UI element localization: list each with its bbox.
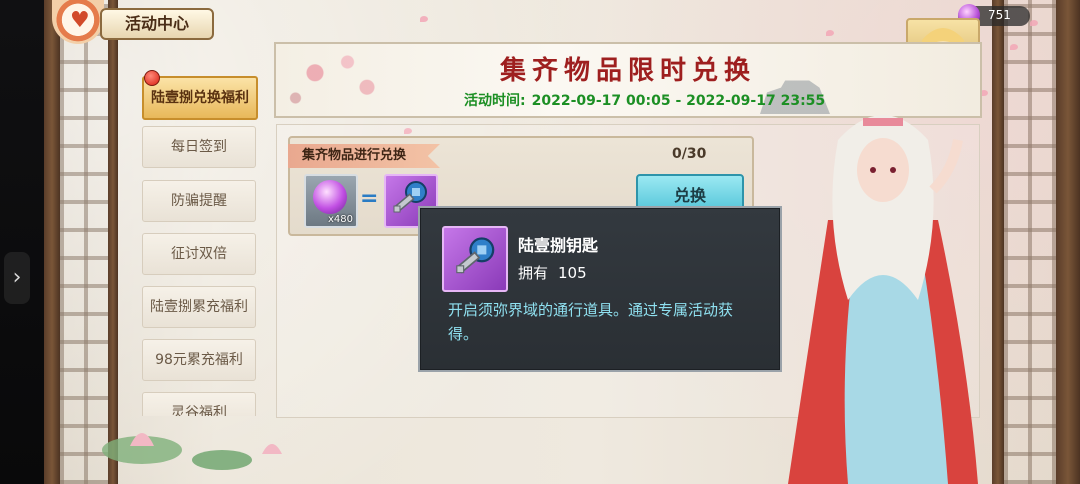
activity-logo-icon: ♥ (52, 0, 104, 44)
activity-sidebar: 陆壹捌兑换福利 每日签到 防骗提醒 征讨双倍 陆壹捌累充福利 98元累充福利 灵… (138, 70, 260, 416)
required-item-qty: x480 (327, 214, 353, 225)
exchange-ribbon: 集齐物品进行兑换 (288, 144, 440, 168)
sidebar-item-label: 陆壹捌兑换福利 (151, 90, 249, 106)
tooltip-item-icon (442, 226, 508, 292)
sidebar-item-label: 陆壹捌累充福利 (150, 299, 248, 315)
currency-value: 751 (988, 8, 1011, 22)
pillar-right (1056, 0, 1080, 484)
petal-icon (826, 30, 834, 36)
sidebar-item-label: 每日签到 (171, 139, 227, 155)
sidebar-item-label: 征讨双倍 (171, 246, 227, 262)
lotus-decoration (102, 433, 282, 470)
purple-gem-icon (313, 180, 347, 214)
sidebar-item-618-exchange[interactable]: 陆壹捌兑换福利 (142, 76, 258, 120)
window-lattice-right (1004, 0, 1056, 484)
sidebar-item-98-recharge[interactable]: 98元累充福利 (142, 339, 256, 381)
tooltip-item-name: 陆壹捌钥匙 (518, 236, 599, 255)
sidebar-item-anti-fraud[interactable]: 防骗提醒 (142, 180, 256, 222)
tooltip-own-label: 拥有 (518, 264, 549, 282)
activity-center-badge[interactable]: ♥ 活动中心 (52, 0, 214, 44)
exchange-progress: 0/30 (672, 146, 707, 162)
pillar-left (44, 0, 60, 484)
side-expand-icon[interactable]: › (4, 252, 30, 304)
tooltip-description: 开启须弥界域的通行道具。通过专属活动获得。 (448, 301, 734, 343)
petal-icon (420, 16, 428, 22)
event-title: 集齐物品限时兑换 (499, 56, 756, 86)
tooltip-own-number: 105 (558, 264, 587, 282)
key-icon (456, 237, 495, 274)
sidebar-item-double-campaign[interactable]: 征讨双倍 (142, 233, 256, 275)
sidebar-item-618-recharge[interactable]: 陆壹捌累充福利 (142, 286, 256, 328)
event-time-label: 活动时间: (464, 93, 526, 109)
notification-dot-icon (144, 70, 160, 86)
equals-icon: = (360, 186, 379, 211)
petal-icon (1010, 44, 1018, 50)
sidebar-item-label: 98元累充福利 (155, 352, 243, 368)
character-portrait (788, 115, 978, 484)
left-edge: › (0, 0, 44, 484)
activity-center-title: 活动中心 (100, 8, 214, 40)
petal-icon (1030, 20, 1038, 26)
sidebar-item-label: 防骗提醒 (171, 193, 227, 209)
required-item-slot[interactable]: x480 (304, 174, 358, 228)
tooltip-own-count: 拥有 105 (518, 262, 587, 283)
sidebar-item-daily-checkin[interactable]: 每日签到 (142, 126, 256, 168)
